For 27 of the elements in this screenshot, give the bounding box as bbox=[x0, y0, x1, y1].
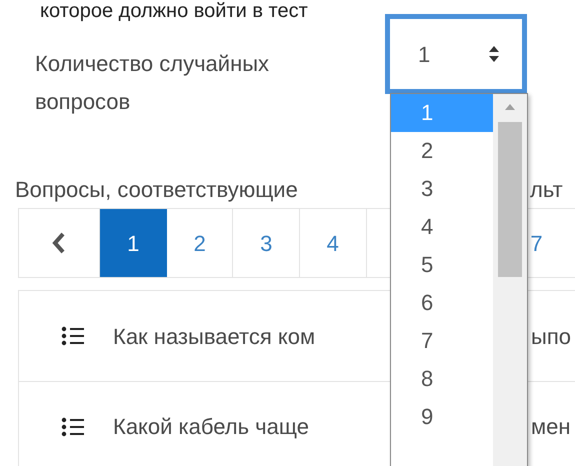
page-button[interactable]: 3 bbox=[233, 209, 300, 277]
page-button[interactable]: 2 bbox=[166, 209, 234, 277]
sort-arrows-icon bbox=[488, 45, 500, 63]
dropdown-option[interactable]: 7 bbox=[391, 322, 493, 360]
select-field[interactable]: 1 bbox=[385, 14, 527, 94]
question-title-fragment: мен bbox=[531, 413, 571, 441]
dropdown-option[interactable]: 8 bbox=[391, 360, 493, 398]
dropdown-option[interactable]: 3 bbox=[391, 170, 493, 208]
list-icon bbox=[61, 326, 85, 346]
dropdown-option[interactable]: 5 bbox=[391, 246, 493, 284]
dropdown-option[interactable]: 4 bbox=[391, 208, 493, 246]
dropdown-option[interactable]: 6 bbox=[391, 284, 493, 322]
scroll-up-icon bbox=[505, 104, 515, 110]
page-button[interactable]: 1 bbox=[100, 209, 167, 277]
chevron-left-icon bbox=[52, 232, 66, 254]
intro-text: которое должно войти в тест bbox=[40, 0, 308, 22]
dropdown-option[interactable]: 9 bbox=[391, 398, 493, 436]
section-heading: Вопросы, соответствующие bbox=[14, 176, 299, 204]
question-title[interactable]: Какой кабель чаще bbox=[113, 410, 309, 443]
dropdown-option[interactable]: 2 bbox=[391, 132, 493, 170]
list-icon bbox=[61, 416, 85, 436]
field-label: Количество случайных вопросов bbox=[35, 50, 270, 116]
scrollbar-thumb[interactable] bbox=[498, 122, 522, 277]
question-title[interactable]: Как называется ком bbox=[113, 320, 316, 352]
section-heading-fragment: льт bbox=[530, 176, 563, 204]
question-title-fragment: ыпо bbox=[531, 322, 571, 350]
page-button[interactable]: 4 bbox=[300, 209, 367, 277]
